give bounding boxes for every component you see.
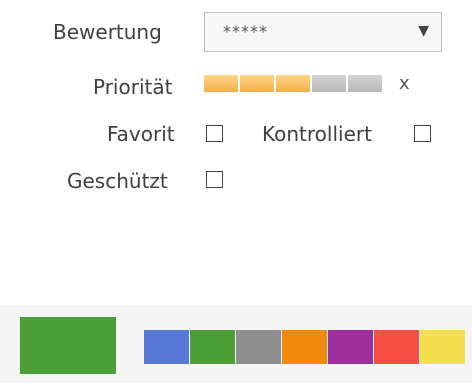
priority-segment-3[interactable] (276, 75, 310, 92)
priority-segment-5[interactable] (348, 75, 382, 92)
rating-value: ***** (223, 22, 268, 41)
color-swatch-yellow[interactable] (420, 330, 465, 364)
priority-clear-button[interactable]: x (399, 73, 410, 94)
color-swatch-blue[interactable] (144, 330, 189, 364)
chevron-down-icon: ▼ (418, 23, 429, 39)
favorite-label: Favorit (107, 122, 175, 146)
selected-color-swatch (20, 317, 116, 374)
color-swatch-gray[interactable] (236, 330, 281, 364)
color-swatch-green[interactable] (190, 330, 235, 364)
priority-label: Priorität (93, 75, 173, 99)
priority-segment-4[interactable] (312, 75, 346, 92)
color-swatch-purple[interactable] (328, 330, 373, 364)
protected-checkbox[interactable] (206, 171, 223, 188)
color-swatch-red[interactable] (374, 330, 419, 364)
color-palette (144, 330, 465, 364)
checked-checkbox[interactable] (414, 125, 431, 142)
color-swatch-orange[interactable] (282, 330, 327, 364)
rating-select[interactable]: ***** ▼ (204, 12, 442, 52)
checked-label: Kontrolliert (262, 122, 372, 146)
priority-segment-2[interactable] (240, 75, 274, 92)
favorite-checkbox[interactable] (206, 125, 223, 142)
color-picker (0, 305, 472, 383)
protected-label: Geschützt (67, 169, 168, 193)
priority-segment-1[interactable] (204, 75, 238, 92)
rating-label: Bewertung (53, 20, 162, 44)
priority-bar[interactable] (204, 75, 382, 92)
